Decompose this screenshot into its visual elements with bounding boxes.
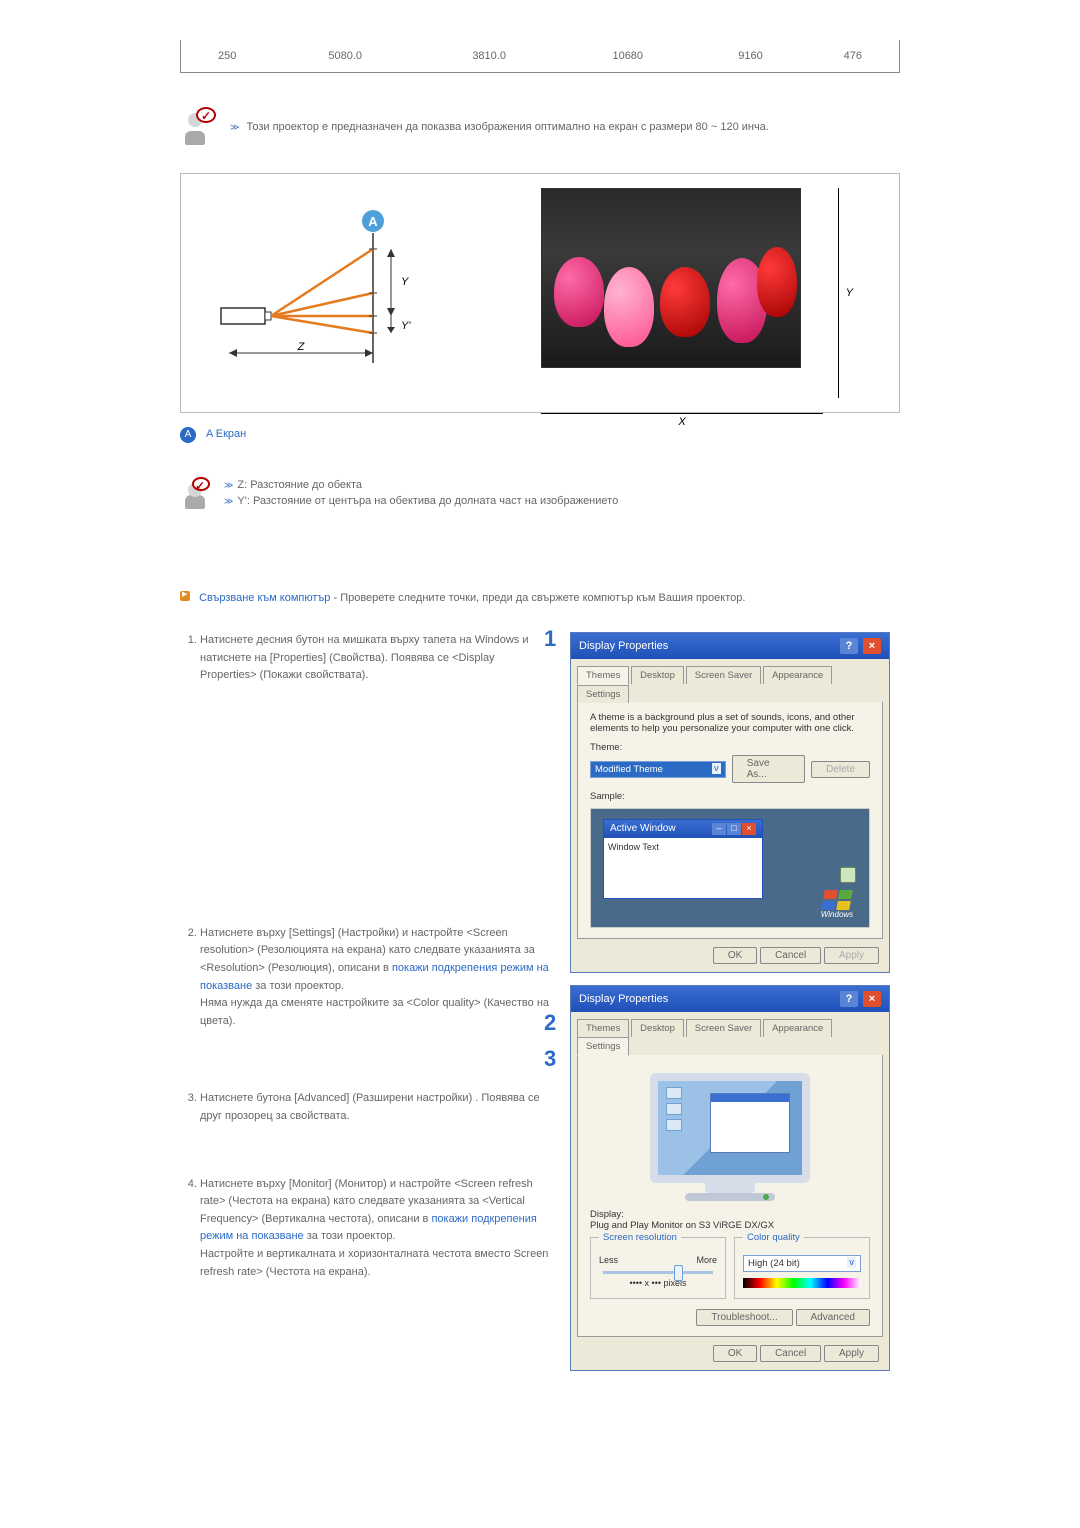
tab-screensaver[interactable]: Screen Saver <box>686 666 762 684</box>
step-item: Натиснете върху [Monitor] (Монитор) и на… <box>200 1176 552 1282</box>
screen-size-table: 250 5080.0 3810.0 10680 9160 476 <box>180 40 900 73</box>
person-check-icon: ✓ <box>180 109 216 145</box>
x-label: X <box>678 416 685 428</box>
step-item: Натиснете бутона [Advanced] (Разширени н… <box>200 1090 552 1125</box>
delete-button[interactable]: Delete <box>811 761 870 778</box>
display-value: Plug and Play Monitor on S3 ViRGE DX/GX <box>590 1220 774 1231</box>
theme-description: A theme is a background plus a set of so… <box>590 712 870 734</box>
person-check-icon: ✓ <box>180 479 210 509</box>
theme-select[interactable]: Modified Theme <box>590 761 726 778</box>
close-icon: × <box>742 823 756 835</box>
more-label: More <box>696 1255 717 1265</box>
resolution-slider[interactable] <box>603 1271 713 1274</box>
tab-appearance[interactable]: Appearance <box>763 666 832 684</box>
tab-appearance[interactable]: Appearance <box>763 1019 832 1037</box>
tip-note: ✓ ≫ Този проектор е предназначен да пока… <box>180 109 900 145</box>
advanced-button[interactable]: Advanced <box>796 1309 870 1326</box>
y-axis-arrow <box>838 188 839 398</box>
apply-button[interactable]: Apply <box>824 947 879 964</box>
tab-themes[interactable]: Themes <box>577 666 629 685</box>
help-icon[interactable]: ? <box>840 638 858 654</box>
color-bar-icon <box>743 1278 861 1288</box>
theme-label: Theme: <box>590 742 870 753</box>
projection-diagram: A Z Y Y' <box>180 173 900 413</box>
tip-note-2: ✓ ≫ Z: Разстояние до обекта ≫ Y': Разстоян… <box>180 479 900 511</box>
step-marker-2: 2 <box>544 1010 556 1036</box>
tabs: Themes Desktop Screen Saver Appearance S… <box>571 1012 889 1055</box>
close-icon[interactable]: × <box>863 991 881 1007</box>
sample-label: Sample: <box>590 791 870 802</box>
ok-button[interactable]: OK <box>713 1345 757 1362</box>
monitor-preview <box>640 1073 820 1201</box>
table-cell: 3810.0 <box>417 40 561 73</box>
color-quality-select[interactable]: High (24 bit) <box>743 1255 861 1272</box>
svg-text:Y': Y' <box>401 320 411 332</box>
table-cell: 5080.0 <box>273 40 417 73</box>
ok-button[interactable]: OK <box>713 947 757 964</box>
window-titlebar[interactable]: Display Properties ? × <box>571 633 889 659</box>
chevron-icon: ≫ <box>224 496 233 506</box>
color-quality-legend: Color quality <box>743 1232 804 1243</box>
recycle-bin-icon <box>837 867 859 889</box>
section-subtitle: Проверете следните точки, преди да свърж… <box>340 592 745 604</box>
color-quality-group: Color quality High (24 bit) <box>734 1237 870 1299</box>
cancel-button[interactable]: Cancel <box>760 1345 821 1362</box>
throw-geometry-svg: A Z Y Y' <box>201 203 501 383</box>
section-title: Свързване към компютър <box>199 592 330 604</box>
table-cell: 9160 <box>694 40 806 73</box>
y-label: Y <box>846 287 853 299</box>
tab-desktop[interactable]: Desktop <box>631 666 684 684</box>
tabs: Themes Desktop Screen Saver Appearance S… <box>571 659 889 702</box>
x-axis-arrow <box>541 413 823 414</box>
table-cell: 10680 <box>561 40 694 73</box>
window-titlebar[interactable]: Display Properties ? × <box>571 986 889 1012</box>
tab-screensaver[interactable]: Screen Saver <box>686 1019 762 1037</box>
screen-resolution-group: Screen resolution Less More •••• x ••• p… <box>590 1237 726 1299</box>
chevron-icon: ≫ <box>224 480 233 490</box>
theme-sample-preview: Active Window –□× Window Text Windows <box>590 808 870 928</box>
section-heading: Свързване към компютър - Проверете следн… <box>180 591 900 604</box>
tab-settings[interactable]: Settings <box>577 1037 629 1056</box>
step-item: Натиснете върху [Settings] (Настройки) и… <box>200 925 552 1031</box>
windows-logo-icon: Windows <box>813 890 861 919</box>
apply-button[interactable]: Apply <box>824 1345 879 1362</box>
cancel-button[interactable]: Cancel <box>760 947 821 964</box>
svg-text:Z: Z <box>297 341 306 353</box>
tab-desktop[interactable]: Desktop <box>631 1019 684 1037</box>
window-title: Display Properties <box>579 640 668 652</box>
tab-settings[interactable]: Settings <box>577 685 629 703</box>
sample-window-text: Window Text <box>604 838 762 898</box>
sample-window-title: Active Window <box>610 823 676 835</box>
resolution-legend: Screen resolution <box>599 1232 681 1243</box>
save-as-button[interactable]: Save As... <box>732 755 805 783</box>
less-label: Less <box>599 1255 618 1265</box>
table-cell: 250 <box>181 40 274 73</box>
display-properties-settings-dialog: Display Properties ? × Themes Desktop Sc… <box>570 985 890 1371</box>
resolution-value: •••• x ••• pixels <box>599 1278 717 1288</box>
sample-photo <box>541 188 801 368</box>
help-icon[interactable]: ? <box>840 991 858 1007</box>
display-label: Display: <box>590 1209 624 1220</box>
svg-text:Y: Y <box>401 276 409 288</box>
minimize-icon: – <box>712 823 726 835</box>
window-title: Display Properties <box>579 993 668 1005</box>
display-properties-themes-dialog: Display Properties ? × Themes Desktop Sc… <box>570 632 890 973</box>
tip-text: Z: Разстояние до обекта <box>237 479 362 491</box>
section-bullet-icon <box>180 591 190 601</box>
tip-text: Този проектор е предназначен да показва … <box>246 121 768 133</box>
diagram-caption: AA Екран <box>180 427 900 443</box>
step-marker-3: 3 <box>544 1046 556 1072</box>
close-icon[interactable]: × <box>863 638 881 654</box>
maximize-icon: □ <box>727 823 741 835</box>
tip-text: Y': Разстояние от центъра на обектива до… <box>237 495 618 507</box>
table-cell: 476 <box>807 40 900 73</box>
tab-themes[interactable]: Themes <box>577 1019 629 1037</box>
chevron-icon: ≫ <box>230 122 239 132</box>
svg-text:A: A <box>368 214 378 229</box>
steps-list: Натиснете десния бутон на мишката върху … <box>180 632 552 1281</box>
step-item: Натиснете десния бутон на мишката върху … <box>200 632 552 685</box>
step-marker-1: 1 <box>544 626 556 652</box>
troubleshoot-button[interactable]: Troubleshoot... <box>696 1309 792 1326</box>
